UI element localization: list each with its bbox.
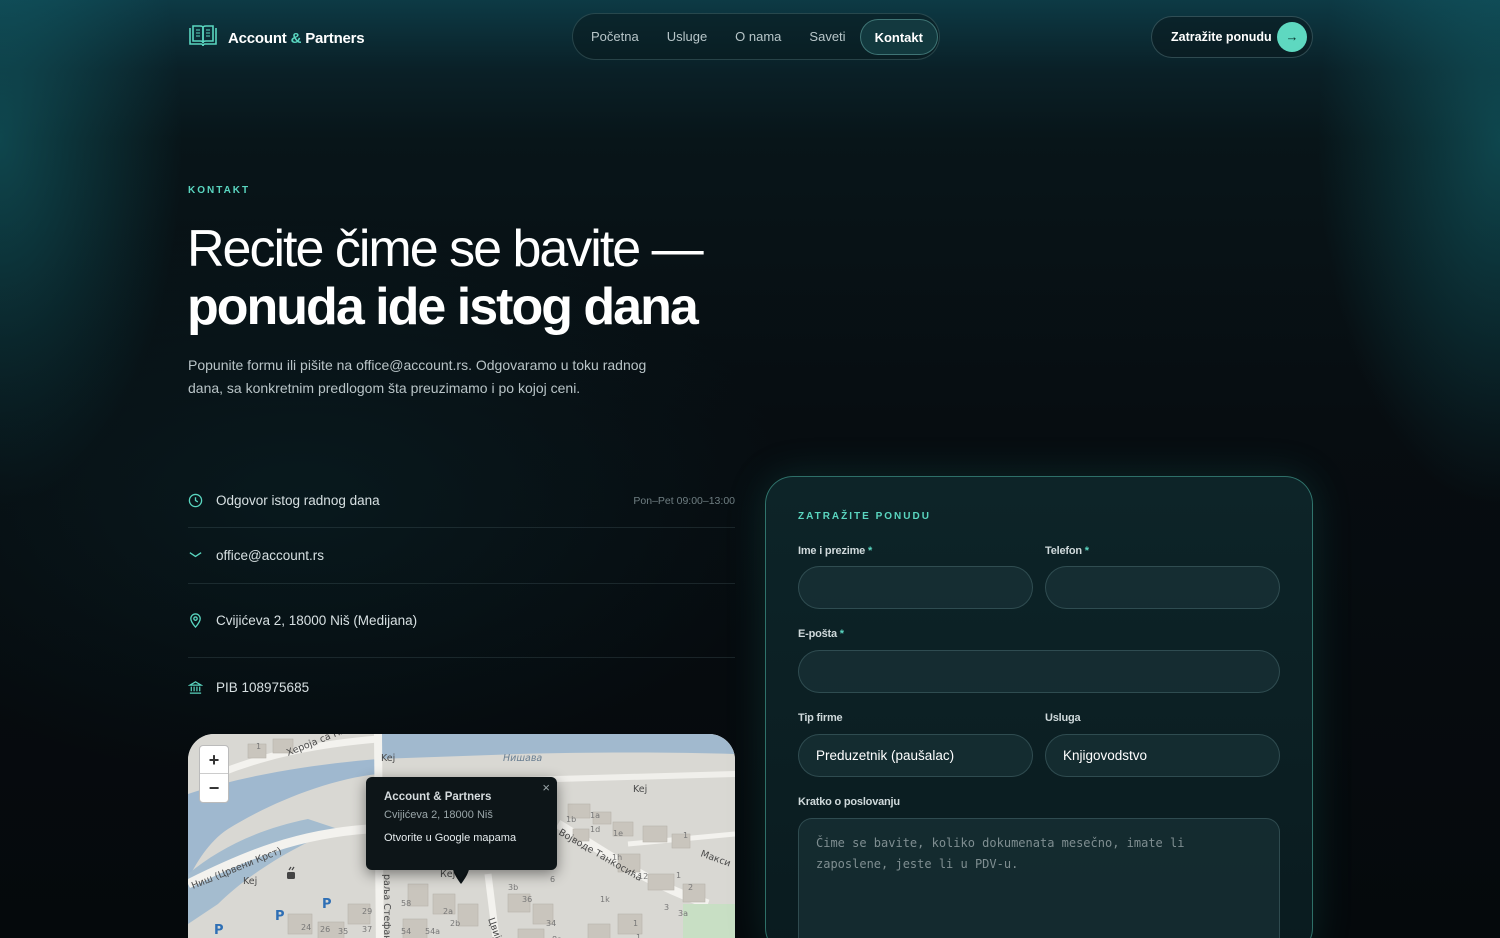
map-house-number: 35 [338,927,348,936]
map-house-number: 1d [590,825,600,834]
map-house-number: 2a [443,907,453,916]
nav-item-o-nama[interactable]: O nama [721,19,795,55]
company-type-label: Tip firme [798,712,843,724]
hero-lead: Popunite formu ili pišite na office@acco… [188,357,647,396]
info-row-address: Cvijićeva 2, 18000 Niš (Medijana) [188,584,735,658]
map-popup-title: Account & Partners [384,791,492,803]
map-house-number: 1k [600,895,610,904]
map-house-number: 1a [590,811,600,820]
nav-item-saveti[interactable]: Saveti [795,19,859,55]
request-quote-button[interactable]: Zatražite ponudu → [1151,16,1313,58]
map-label-stefan: раља Стефана [381,874,392,938]
map-popup: × Account & Partners Cvijićeva 2, 18000 … [366,777,557,878]
map-house-number: 2b [450,919,460,928]
map-house-number: 1 [256,742,261,751]
section-eyebrow: KONTAKT [188,185,251,196]
map-house-number: 36 [522,895,532,904]
info-response-text: Odgovor istog radnog dana [216,493,380,508]
page-title-line1: Recite čime se bavite — [187,220,704,278]
map-house-number: 54 [401,927,411,936]
parking-icon: P [322,897,332,912]
chevron-down-icon [188,548,216,563]
zoom-out-button[interactable]: − [200,774,228,802]
service-label: Usluga [1045,712,1081,724]
service-select[interactable]: Knjigovodstvo [1045,734,1280,777]
map-house-number: 37 [362,925,372,934]
map-house-number: 34 [546,919,556,928]
quote-form: ZATRAŽITE PONUDU Ime i prezime * Telefon… [765,476,1313,938]
contact-info-list: Odgovor istog radnog dana Pon–Pet 09:00–… [188,474,735,716]
info-response-hours: Pon–Pet 09:00–13:00 [633,494,735,507]
map-house-number: 1h [612,853,622,862]
phone-label: Telefon * [1045,545,1089,557]
close-icon[interactable]: × [542,780,550,795]
info-email-link[interactable]: office@account.rs [216,548,735,563]
book-icon [188,24,218,53]
nav-item-kontakt[interactable]: Kontakt [859,18,938,55]
map-house-number: 6 [550,875,555,884]
map-house-number: 1b [566,815,576,824]
map-house-number: 3b [508,883,518,892]
request-quote-label: Zatražite ponudu [1171,30,1272,44]
map-popup-address: Cvijićeva 2, 18000 Niš [384,809,493,821]
map-house-number: 1 [633,919,638,928]
parking-icon: P [275,909,285,924]
clock-icon [188,493,216,508]
map-house-number: 1e [613,829,623,838]
map-house-number: 29 [362,907,372,916]
company-type-select[interactable]: Preduzetnik (paušalac) [798,734,1033,777]
page-title: Recite čime se bavite — ponuda ide istog… [187,220,704,336]
map-house-number: 3a [678,909,688,918]
logo-text: Account & Partners [228,30,365,47]
map-house-number: 54a [425,927,440,936]
info-address-text: Cvijićeva 2, 18000 Niš (Medijana) [216,613,418,628]
page-title-line2: ponuda ide istog dana [187,278,699,336]
map-house-number: 3 [664,903,669,912]
parking-icon: P [214,923,224,938]
name-label: Ime i prezime * [798,545,873,557]
map-house-number: 24 [301,923,311,932]
map-zoom-controls: + − [199,745,229,803]
zoom-in-button[interactable]: + [200,746,228,774]
about-textarea[interactable]: Čime se bavite, koliko dokumenata mesečn… [798,818,1280,938]
map-house-number: 12 [638,872,648,881]
about-label: Kratko o poslovanju [798,796,900,808]
form-title: ZATRAŽITE PONUDU [798,511,931,522]
map-pin-icon [188,613,216,628]
info-pib-text: PIB 108975685 [216,679,310,695]
phone-input[interactable] [1045,566,1280,609]
map-house-number: 58 [401,899,411,908]
info-row-pib: PIB 108975685 [188,658,735,716]
map-house-number: 2 [688,883,693,892]
map-house-number: 26 [320,925,330,934]
name-input[interactable] [798,566,1033,609]
bank-icon [188,680,216,695]
location-map[interactable]: Хероја са Пл... Kej Нишава Kej Војводе Т… [188,734,735,938]
map-house-number: 1 [676,871,681,880]
arrow-right-icon: → [1277,22,1307,52]
info-row-email[interactable]: office@account.rs [188,528,735,584]
google-maps-link[interactable]: Otvorite u Google mapama [384,832,539,844]
map-label-kej2: Kej [633,784,647,795]
email-input[interactable] [798,650,1280,693]
map-house-number: 1 [636,933,641,938]
logo[interactable]: Account & Partners [188,24,365,53]
main-nav: Početna Usluge O nama Saveti Kontakt [572,13,940,60]
map-label-kej3: Kej [243,876,257,887]
map-house-number: 1 [683,831,688,840]
map-label-kej1: Kej [381,753,395,764]
nav-item-pocetna[interactable]: Početna [577,19,653,55]
map-label-nishava: Нишава [503,753,542,764]
info-row-response: Odgovor istog radnog dana Pon–Pet 09:00–… [188,474,735,528]
email-label: E-pošta * [798,628,844,640]
nav-item-usluge[interactable]: Usluge [653,19,721,55]
